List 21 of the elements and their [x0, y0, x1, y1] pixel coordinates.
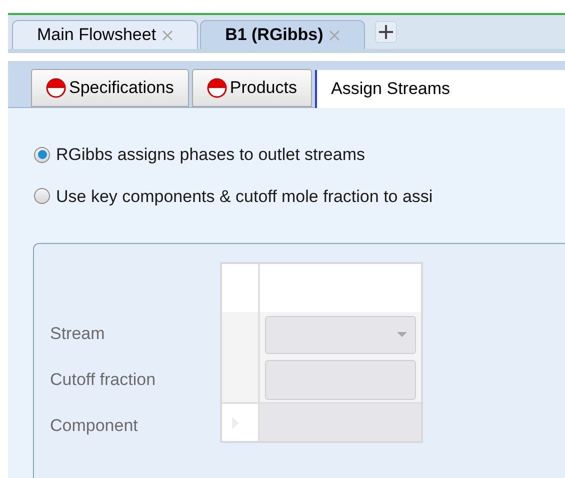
field-label: Cutoff fraction	[50, 369, 157, 392]
close-icon[interactable]	[329, 30, 340, 40]
form-tab[interactable]: Specifications	[31, 69, 189, 107]
plus-icon	[379, 25, 394, 39]
document-tab[interactable]: Main Flowsheet	[12, 20, 198, 49]
field-label: Stream	[50, 323, 106, 346]
form-tab[interactable]: Assign Streams	[314, 70, 565, 108]
option-label: Use key components & cutoff mole fraction to assi	[56, 186, 433, 208]
row-header[interactable]	[222, 312, 260, 357]
form-tab[interactable]: Products	[192, 69, 312, 107]
document-tab[interactable]: B1 (RGibbs)	[200, 20, 366, 49]
option-label: RGibbs assigns phases to outlet streams	[56, 144, 365, 166]
dropdown-arrow-icon	[397, 332, 407, 337]
field-label: Component	[50, 415, 139, 438]
stream-dropdown[interactable]	[265, 316, 416, 354]
radio-button[interactable]	[34, 188, 50, 204]
radio-button[interactable]	[34, 146, 50, 163]
add-tab-button[interactable]	[375, 21, 398, 43]
close-icon[interactable]	[162, 30, 174, 40]
row-header[interactable]	[222, 357, 260, 402]
input-field[interactable]	[265, 360, 416, 400]
